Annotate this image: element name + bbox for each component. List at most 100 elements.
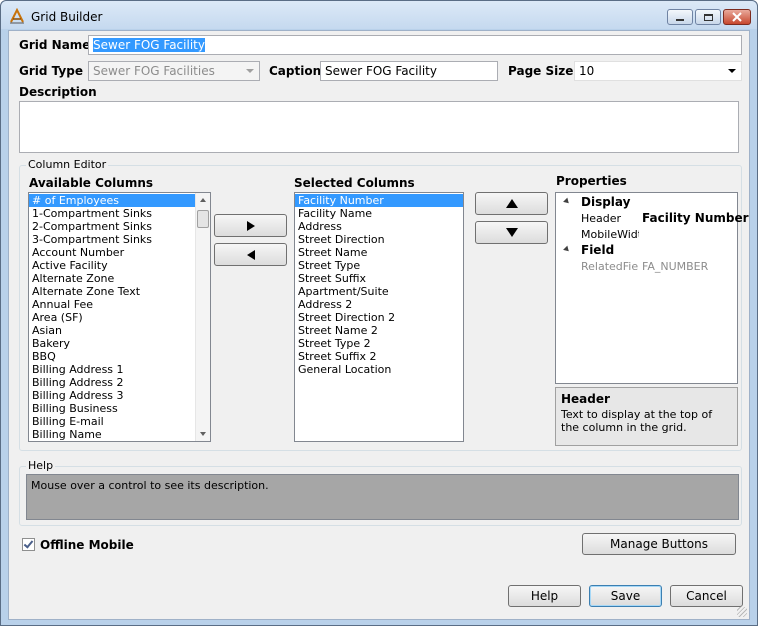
remove-column-button[interactable]	[214, 243, 287, 266]
cancel-button[interactable]: Cancel	[670, 585, 743, 607]
available-column-item[interactable]: 3-Compartment Sinks	[29, 233, 195, 246]
arrow-down-icon	[505, 228, 518, 237]
selected-column-item[interactable]: Street Type 2	[295, 337, 463, 350]
offline-mobile-label[interactable]: Offline Mobile	[40, 538, 134, 552]
property-grid[interactable]: Display Header Facility Number MobileWid…	[555, 192, 749, 384]
collapse-icon[interactable]	[563, 245, 571, 254]
selected-column-item[interactable]: Street Type	[295, 259, 463, 272]
scroll-down-icon[interactable]	[200, 432, 206, 436]
property-row-mobilewidth[interactable]: MobileWidth	[556, 226, 736, 242]
property-value-relatedfield[interactable]: FA_NUMBER	[642, 260, 708, 273]
available-column-item[interactable]: Bakery	[29, 337, 195, 350]
save-button[interactable]: Save	[589, 585, 662, 607]
selected-column-item[interactable]: General Location	[295, 363, 463, 376]
available-column-item[interactable]: Alternate Zone Text	[29, 285, 195, 298]
close-icon	[732, 12, 742, 22]
minimize-button[interactable]	[667, 9, 693, 25]
checkmark-icon	[23, 538, 34, 549]
caption-value: Sewer FOG Facility	[325, 64, 437, 78]
available-column-item[interactable]: Billing Business	[29, 402, 195, 415]
help-title: Help	[26, 459, 56, 472]
available-column-item[interactable]: Account Number	[29, 246, 195, 259]
grid-name-input[interactable]: Sewer FOG Facility	[88, 35, 742, 55]
selected-column-item[interactable]: Street Suffix	[295, 272, 463, 285]
page-size-value: 10	[579, 64, 595, 78]
category-display[interactable]: Display	[556, 194, 736, 210]
available-column-item[interactable]: # of Employees	[29, 194, 195, 207]
available-column-item[interactable]: Active Facility	[29, 259, 195, 272]
selected-column-item[interactable]: Apartment/Suite	[295, 285, 463, 298]
selected-column-item[interactable]: Facility Name	[295, 207, 463, 220]
available-column-item[interactable]: Billing Address 1	[29, 363, 195, 376]
help-text-box: Mouse over a control to see its descript…	[26, 474, 739, 520]
selected-columns-label: Selected Columns	[294, 176, 415, 190]
selected-column-item[interactable]: Street Suffix 2	[295, 350, 463, 363]
arrow-left-icon	[246, 249, 255, 260]
page-size-label: Page Size	[508, 64, 574, 78]
arrow-right-icon	[246, 220, 255, 231]
chevron-down-icon	[728, 69, 736, 73]
window-title: Grid Builder	[31, 10, 103, 24]
selected-column-item[interactable]: Address 2	[295, 298, 463, 311]
category-display-label: Display	[581, 195, 631, 209]
scroll-thumb[interactable]	[197, 210, 209, 228]
selected-column-item[interactable]: Address	[295, 220, 463, 233]
maximize-icon	[703, 13, 713, 21]
available-column-item[interactable]: BBQ	[29, 350, 195, 363]
category-field[interactable]: Field	[556, 242, 736, 258]
available-column-item[interactable]: Asian	[29, 324, 195, 337]
selected-column-item[interactable]: Street Direction 2	[295, 311, 463, 324]
available-column-item[interactable]: 2-Compartment Sinks	[29, 220, 195, 233]
dialog-body: Grid Name Sewer FOG Facility Grid Type S…	[8, 30, 750, 620]
selected-column-item[interactable]: Street Direction	[295, 233, 463, 246]
selected-column-item[interactable]: Street Name 2	[295, 324, 463, 337]
selected-column-item[interactable]: Street Name	[295, 246, 463, 259]
available-column-item[interactable]: Billing Address 2	[29, 376, 195, 389]
caption-input[interactable]: Sewer FOG Facility	[320, 61, 498, 81]
grid-name-value: Sewer FOG Facility	[93, 38, 205, 52]
property-description-text: Text to display at the top of the column…	[561, 408, 713, 434]
selected-columns-list[interactable]: Facility Number Facility Name Address Stree…	[294, 192, 464, 442]
available-columns-label: Available Columns	[29, 176, 154, 190]
move-down-button[interactable]	[475, 221, 548, 244]
available-columns-scrollbar[interactable]	[195, 193, 210, 441]
category-field-label: Field	[581, 243, 615, 257]
grid-type-select[interactable]: Sewer FOG Facilities	[88, 61, 260, 81]
available-columns-list[interactable]: # of Employees 1-Compartment Sinks 2-Compa…	[28, 192, 211, 442]
help-text: Mouse over a control to see its descript…	[31, 479, 269, 492]
page-size-select[interactable]: 10	[574, 61, 742, 81]
property-row-header[interactable]: Header Facility Number	[556, 210, 749, 226]
grid-type-label: Grid Type	[19, 64, 83, 78]
property-description-panel: Header Text to display at the top of the…	[555, 387, 738, 446]
close-button[interactable]	[723, 9, 751, 25]
available-column-item[interactable]: Alternate Zone	[29, 272, 195, 285]
description-label: Description	[19, 85, 97, 99]
description-input[interactable]	[19, 101, 739, 153]
available-column-item[interactable]: Billing Address 3	[29, 389, 195, 402]
property-name: MobileWidth	[581, 228, 639, 241]
scroll-up-icon[interactable]	[200, 198, 206, 202]
property-description-title: Header	[561, 392, 610, 406]
maximize-button[interactable]	[695, 9, 721, 25]
arrow-up-icon	[505, 199, 518, 208]
available-column-item[interactable]: Area (SF)	[29, 311, 195, 324]
move-up-button[interactable]	[475, 192, 548, 215]
available-column-item[interactable]: Billing Name	[29, 428, 195, 441]
property-row-relatedfield[interactable]: RelatedField FA_NUMBER	[556, 258, 736, 274]
available-column-item[interactable]: Billing E-mail	[29, 415, 195, 428]
available-column-item[interactable]: Annual Fee	[29, 298, 195, 311]
resize-grip-icon[interactable]	[737, 607, 747, 617]
add-column-button[interactable]	[214, 214, 287, 237]
selected-column-item[interactable]: Facility Number	[295, 194, 463, 207]
title-bar[interactable]: Grid Builder	[1, 1, 757, 29]
help-button[interactable]: Help	[508, 585, 581, 607]
grid-builder-window: Grid Builder Grid Name Sewer FOG Facilit…	[0, 0, 758, 626]
manage-buttons-button[interactable]: Manage Buttons	[582, 533, 736, 555]
grid-name-label: Grid Name	[19, 38, 91, 52]
offline-mobile-checkbox[interactable]	[22, 538, 35, 551]
property-value-header[interactable]: Facility Number	[642, 211, 749, 225]
available-column-item[interactable]: 1-Compartment Sinks	[29, 207, 195, 220]
app-icon	[10, 8, 24, 24]
properties-label: Properties	[556, 174, 627, 188]
collapse-icon[interactable]	[563, 197, 571, 206]
